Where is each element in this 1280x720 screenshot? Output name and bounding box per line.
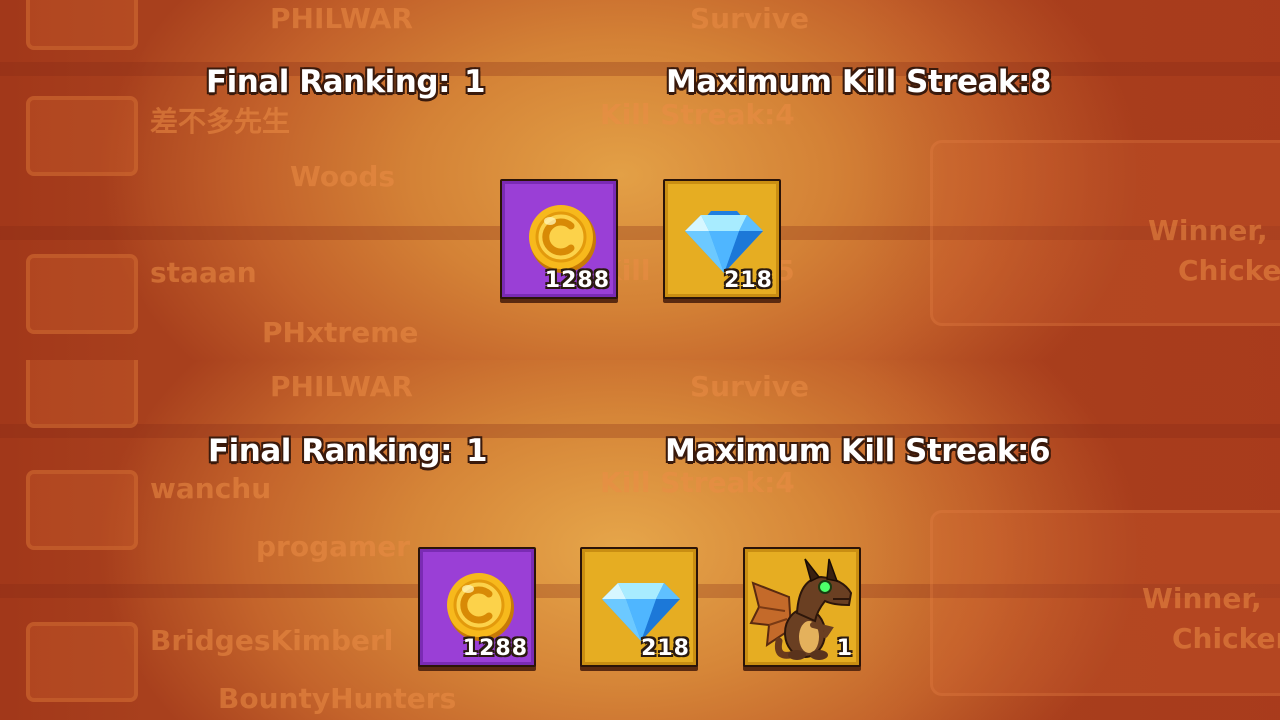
reward-count: 218: [724, 268, 773, 293]
reward-coin[interactable]: 1288: [418, 547, 536, 667]
final-ranking: Final Ranking: 1: [208, 433, 488, 469]
background-player-name: progamer: [256, 530, 410, 563]
final-ranking-value: 1: [463, 64, 486, 100]
background-player-name: staaan: [150, 256, 257, 289]
max-kill-streak: Maximum Kill Streak:8: [666, 64, 1052, 100]
background-winner-label: Winner,: [1148, 214, 1268, 247]
kill-streak-label: Maximum Kill Streak:: [666, 64, 1030, 100]
background-avatar: [26, 96, 138, 176]
final-ranking-label: Final Ranking:: [206, 64, 450, 100]
background-player-name: PHILWAR: [270, 2, 413, 35]
background-divider: [0, 424, 1280, 438]
background-avatar: [26, 254, 138, 334]
reward-count: 218: [641, 636, 690, 661]
background-divider: [0, 62, 1280, 76]
reward-dragon[interactable]: 1: [743, 547, 861, 667]
background-player-name: PHILWAR: [270, 370, 413, 403]
background-avatar: [26, 470, 138, 550]
reward-coin[interactable]: 1288: [500, 179, 618, 299]
background-avatar: [26, 0, 138, 50]
background-label: Kill Streak:4: [600, 466, 795, 499]
background-player-name: BridgesKimberl: [150, 624, 394, 657]
background-winner-label: Chicken: [1172, 622, 1280, 655]
reward-count: 1288: [462, 636, 528, 661]
reward-diamond[interactable]: 218: [580, 547, 698, 667]
final-ranking-value: 1: [465, 433, 488, 469]
result-panel-2: PHILWAR wanchu progamer BridgesKimberl B…: [0, 360, 1280, 720]
background-player-name: PHxtreme: [262, 316, 419, 349]
reward-diamond[interactable]: 218: [663, 179, 781, 299]
kill-streak-value: 6: [1028, 433, 1051, 469]
background-winner-label: Winner,: [1142, 582, 1262, 615]
final-ranking: Final Ranking: 1: [206, 64, 486, 100]
background-avatar: [26, 360, 138, 428]
background-avatar: [26, 622, 138, 702]
background-player-name: BountyHunters: [218, 682, 457, 715]
background-winner-label: Chicken: [1178, 254, 1280, 287]
background-label: Survive: [690, 2, 809, 35]
reward-count: 1288: [544, 268, 610, 293]
background-player-name: 差不多先生: [150, 105, 291, 138]
final-ranking-label: Final Ranking:: [208, 433, 452, 469]
kill-streak-value: 8: [1029, 64, 1052, 100]
background-player-name: wanchu: [150, 472, 272, 505]
reward-count: 1: [836, 636, 853, 661]
background-label: Survive: [690, 370, 809, 403]
background-player-name: Woods: [290, 160, 396, 193]
background-label: Kill Streak:4: [600, 98, 795, 131]
kill-streak-label: Maximum Kill Streak:: [665, 433, 1029, 469]
result-panel-1: PHILWAR 差不多先生 Woods staaan PHxtreme Surv…: [0, 0, 1280, 360]
max-kill-streak: Maximum Kill Streak:6: [665, 433, 1051, 469]
